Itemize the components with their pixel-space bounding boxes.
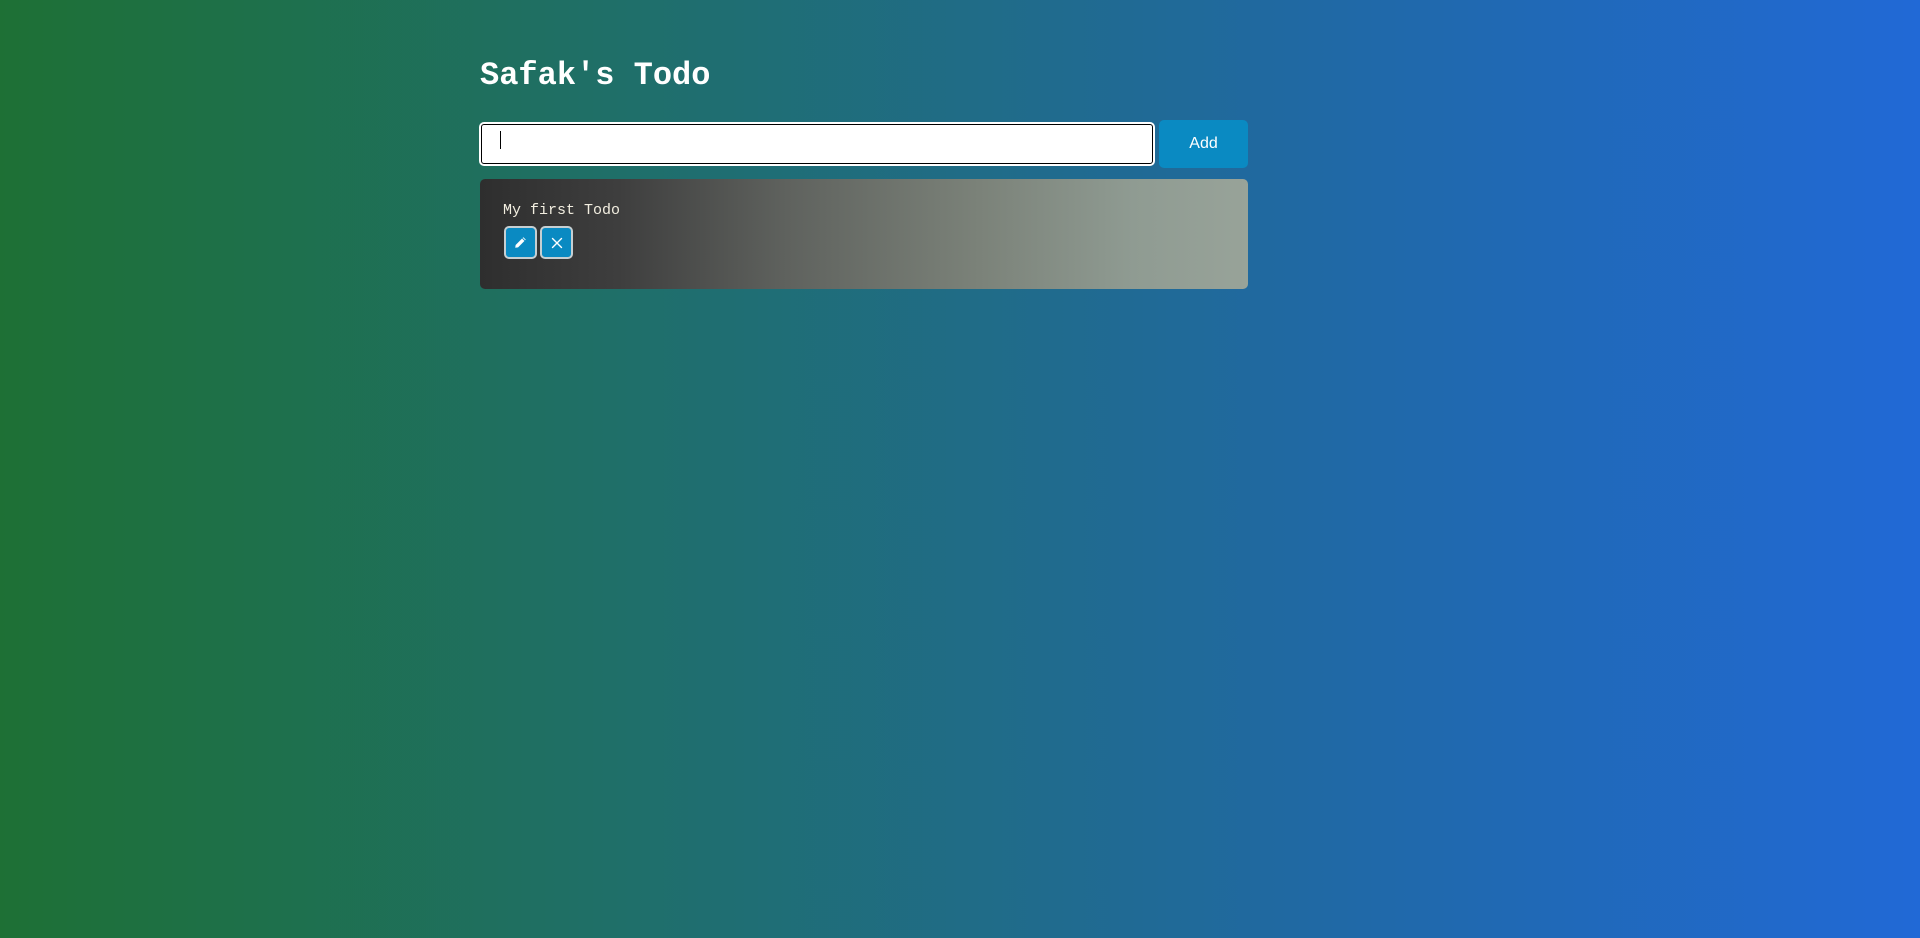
pencil-icon xyxy=(514,236,527,249)
delete-button[interactable] xyxy=(540,226,573,259)
todo-text: My first Todo xyxy=(503,202,621,219)
add-todo-form: Add xyxy=(479,120,1248,168)
add-button[interactable]: Add xyxy=(1159,120,1248,168)
text-cursor xyxy=(500,131,501,149)
todo-app: Safak's Todo Add My first Todo xyxy=(479,52,1248,289)
todo-list: My first Todo xyxy=(480,179,1248,289)
page-title: Safak's Todo xyxy=(480,57,711,94)
edit-button[interactable] xyxy=(504,226,537,259)
close-icon xyxy=(551,237,563,249)
todo-input[interactable] xyxy=(479,122,1155,166)
todo-item: My first Todo xyxy=(480,179,1248,289)
